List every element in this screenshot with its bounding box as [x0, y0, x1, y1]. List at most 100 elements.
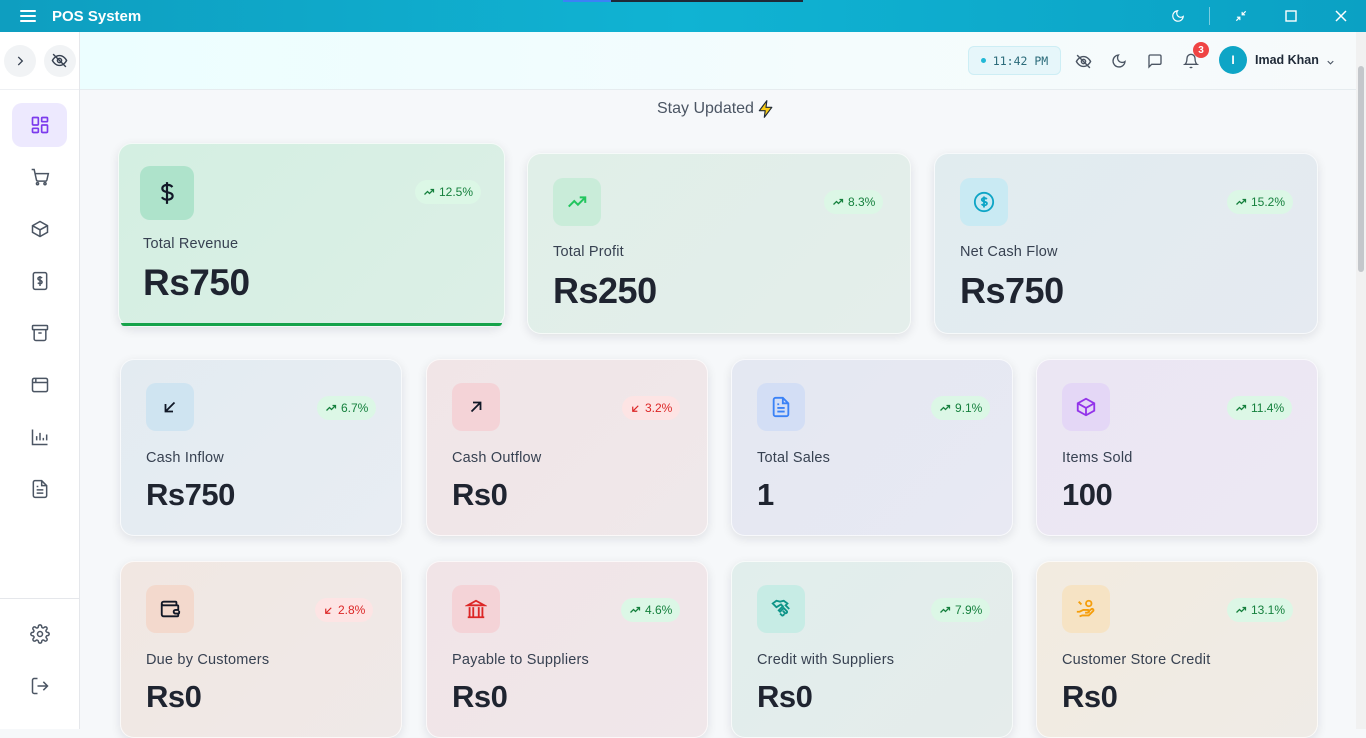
card-label: Customer Store Credit	[1062, 652, 1211, 668]
hide-values-button[interactable]	[43, 44, 76, 77]
metric-card-cash-inflow[interactable]: 6.7% Cash Inflow Rs750	[120, 359, 402, 536]
sidebar-item-documents[interactable]	[12, 467, 67, 511]
trending-up-icon	[940, 606, 951, 613]
expand-sidebar-button[interactable]	[3, 44, 36, 77]
card-label: Payable to Suppliers	[452, 652, 589, 668]
metric-card-total-sales[interactable]: 9.1% Total Sales 1	[731, 359, 1013, 536]
box-icon	[1062, 383, 1110, 431]
change-value: 3.2%	[645, 401, 673, 415]
metric-card-customer-store-credit[interactable]: 13.1% Customer Store Credit Rs0	[1036, 561, 1318, 738]
change-badge: 4.6%	[621, 598, 681, 622]
metric-card-due-by-customers[interactable]: 2.8% Due by Customers Rs0	[120, 561, 402, 738]
card-label: Total Profit	[553, 244, 624, 260]
trending-up-icon	[833, 198, 844, 205]
sidebar-item-window[interactable]	[12, 363, 67, 407]
card-value: Rs0	[757, 679, 813, 714]
theme-toggle-icon[interactable]	[1153, 0, 1203, 32]
cart-icon	[31, 168, 49, 186]
document-icon	[757, 383, 805, 431]
arrow-down-left-icon	[146, 383, 194, 431]
logout-icon	[31, 677, 49, 695]
change-value: 11.4%	[1251, 401, 1285, 415]
sidebar-item-logout[interactable]	[12, 664, 67, 708]
title-accent-bar	[563, 0, 803, 2]
trending-up-icon	[630, 606, 641, 613]
notification-badge: 3	[1193, 42, 1209, 58]
hide-amounts-icon[interactable]	[1073, 51, 1093, 71]
trending-up-icon	[424, 188, 435, 195]
sidebar-item-settings[interactable]	[12, 612, 67, 656]
trending-up-icon	[940, 404, 951, 411]
change-value: 8.3%	[848, 195, 876, 209]
maximize-button[interactable]	[1266, 0, 1316, 32]
clock-display: 11:42 PM	[968, 46, 1061, 75]
change-badge: 7.9%	[931, 598, 991, 622]
dollar-doc-icon	[32, 271, 47, 291]
app-title: POS System	[52, 7, 142, 25]
card-value: Rs0	[452, 679, 508, 714]
change-badge: 8.3%	[824, 190, 884, 214]
title-bar: POS System	[0, 0, 1366, 32]
trending-up-icon	[326, 404, 337, 411]
close-button[interactable]	[1316, 0, 1366, 32]
change-badge: 2.8%	[315, 598, 374, 622]
card-value: Rs750	[146, 477, 235, 512]
card-label: Items Sold	[1062, 450, 1133, 466]
card-label: Cash Inflow	[146, 450, 224, 466]
trending-up-icon	[1236, 606, 1247, 613]
metric-card-credit-with-suppliers[interactable]: 7.9% Credit with Suppliers Rs0	[731, 561, 1013, 738]
page-heading: Stay Updated	[657, 99, 776, 119]
metric-card-cash-outflow[interactable]: 3.2% Cash Outflow Rs0	[426, 359, 708, 536]
change-value: 2.8%	[338, 603, 366, 617]
top-header: 11:42 PM	[80, 32, 1356, 90]
card-label: Total Sales	[757, 450, 831, 466]
wallet-icon	[146, 585, 194, 633]
trending-up-icon	[1236, 404, 1247, 411]
dollar-icon	[140, 166, 194, 220]
arrow-up-right-icon	[452, 383, 500, 431]
change-badge: 11.4%	[1227, 396, 1293, 420]
trending-up-icon	[553, 178, 601, 226]
eye-off-icon	[51, 53, 68, 68]
card-value: Rs0	[146, 679, 202, 714]
card-value: Rs250	[553, 270, 657, 311]
metric-card-items-sold[interactable]: 11.4% Items Sold 100	[1036, 359, 1318, 536]
change-value: 6.7%	[341, 401, 369, 415]
scrollbar-thumb[interactable]	[1358, 66, 1364, 272]
card-label: Credit with Suppliers	[757, 652, 895, 668]
box-icon	[31, 220, 48, 238]
sidebar-item-dashboard[interactable]	[12, 103, 67, 147]
arrow-down-left-icon	[632, 404, 639, 412]
sidebar-item-finance[interactable]	[12, 259, 67, 303]
sidebar	[0, 32, 80, 729]
sidebar-item-inventory[interactable]	[12, 311, 67, 355]
metric-card-total-revenue[interactable]: 12.5% Total Revenue Rs750	[118, 143, 505, 327]
sidebar-item-sales[interactable]	[12, 155, 67, 199]
avatar[interactable]: I	[1219, 46, 1247, 74]
gear-icon	[29, 624, 50, 644]
browser-icon	[31, 377, 48, 393]
card-label: Total Revenue	[143, 236, 239, 252]
change-badge: 9.1%	[931, 396, 991, 420]
hand-coins-icon	[1062, 585, 1110, 633]
card-label: Net Cash Flow	[960, 244, 1058, 260]
bar-chart-icon	[31, 429, 47, 446]
card-label: Cash Outflow	[452, 450, 542, 466]
metric-card-total-profit[interactable]: 8.3% Total Profit Rs250	[527, 153, 911, 334]
sidebar-item-reports[interactable]	[12, 415, 67, 459]
card-label: Due by Customers	[146, 652, 270, 668]
card-value: Rs0	[1062, 679, 1118, 714]
user-name[interactable]: Imad Khan	[1255, 53, 1319, 67]
change-badge: 12.5%	[415, 180, 482, 204]
messages-icon[interactable]	[1145, 51, 1165, 71]
dark-mode-icon[interactable]	[1109, 51, 1129, 71]
hamburger-menu-icon[interactable]	[20, 10, 36, 22]
metric-card-payable-to-suppliers[interactable]: 4.6% Payable to Suppliers Rs0	[426, 561, 708, 738]
change-value: 4.6%	[645, 603, 673, 617]
card-value: Rs0	[452, 477, 508, 512]
highlight-bar	[121, 323, 502, 326]
collapse-icon[interactable]	[1216, 0, 1266, 32]
user-menu-chevron-icon[interactable]	[1320, 52, 1340, 72]
sidebar-item-products[interactable]	[12, 207, 67, 251]
metric-card-net-cash-flow[interactable]: 15.2% Net Cash Flow Rs750	[934, 153, 1318, 334]
